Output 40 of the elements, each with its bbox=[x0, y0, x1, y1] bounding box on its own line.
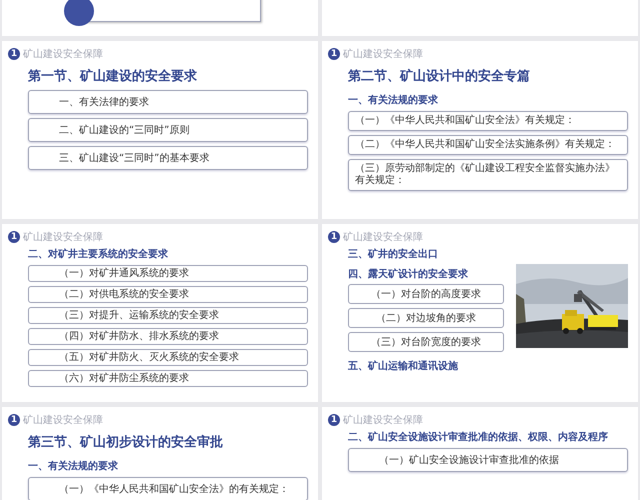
slide-heading: 五、矿山运输和通讯设施 bbox=[348, 359, 459, 373]
slide-title: 第一节、矿山建设的安全要求 bbox=[28, 68, 198, 85]
section-label: 矿山建设安全保障 bbox=[343, 48, 423, 61]
slide-heading: 三、矿井的安全出口 bbox=[348, 247, 439, 261]
section-label: 矿山建设安全保障 bbox=[23, 230, 103, 244]
section-badge: 1 bbox=[8, 48, 20, 60]
list-box: 一、有关法律的要求 bbox=[28, 90, 308, 114]
section-badge bbox=[64, 0, 94, 26]
section-label: 矿山建设安全保障 bbox=[23, 414, 103, 427]
section-badge: 1 bbox=[8, 231, 20, 243]
slide-title: 第二节、矿山设计中的安全专篇 bbox=[348, 68, 531, 85]
list-box: 三、矿山建设“三同时”的基本要求 bbox=[28, 146, 308, 170]
slide-heading: 一、有关法规的要求 bbox=[28, 460, 119, 473]
list-box: （一）《中华人民共和国矿山安全法》的有关规定： bbox=[28, 477, 308, 500]
section-badge: 1 bbox=[328, 231, 340, 243]
list-box: （二）对供电系统的安全要求 bbox=[28, 286, 308, 303]
section-badge: 1 bbox=[8, 414, 20, 426]
list-box: （一）《中华人民共和国矿山安全法》有关规定： bbox=[348, 111, 628, 131]
slide-title: 第三节、矿山初步设计的安全审批 bbox=[28, 434, 224, 451]
list-box: 二、矿山建设的“三同时”原则 bbox=[28, 118, 308, 142]
section-label: 矿山建设安全保障 bbox=[23, 48, 103, 61]
section-label: 矿山建设安全保障 bbox=[343, 230, 423, 244]
section-badge: 1 bbox=[328, 48, 340, 60]
section-label: 矿山建设安全保障 bbox=[343, 414, 423, 427]
list-box: （一）对台阶的高度要求 bbox=[348, 284, 504, 304]
slide-heading: 二、矿山安全设施设计审查批准的依据、权限、内容及程序 bbox=[348, 430, 609, 444]
list-box: （一）对矿井通风系统的要求 bbox=[28, 265, 308, 282]
list-box: （五）对矿井防火、灭火系统的安全要求 bbox=[28, 349, 308, 366]
list-box: （四）对矿井防水、排水系统的要求 bbox=[28, 328, 308, 345]
slide-heading: 一、有关法规的要求 bbox=[348, 94, 439, 107]
section-badge: 1 bbox=[328, 414, 340, 426]
list-box: （三）对提升、运输系统的安全要求 bbox=[28, 307, 308, 324]
slide-heading: 四、露天矿设计的安全要求 bbox=[348, 267, 469, 281]
list-box: （二）对边坡角的要求 bbox=[348, 308, 504, 328]
list-box: （一）矿山安全设施设计审查批准的依据 bbox=[348, 448, 628, 472]
slide-heading: 二、对矿井主要系统的安全要求 bbox=[28, 247, 169, 261]
list-box: （二）《中华人民共和国矿山安全法实施条例》有关规定： bbox=[348, 135, 628, 155]
list-box: （三）对台阶宽度的要求 bbox=[348, 332, 504, 352]
list-box: （三）原劳动部制定的《矿山建设工程安全监督实施办法》有关规定： bbox=[348, 159, 628, 191]
list-box: （六）对矿井防尘系统的要求 bbox=[28, 370, 308, 387]
